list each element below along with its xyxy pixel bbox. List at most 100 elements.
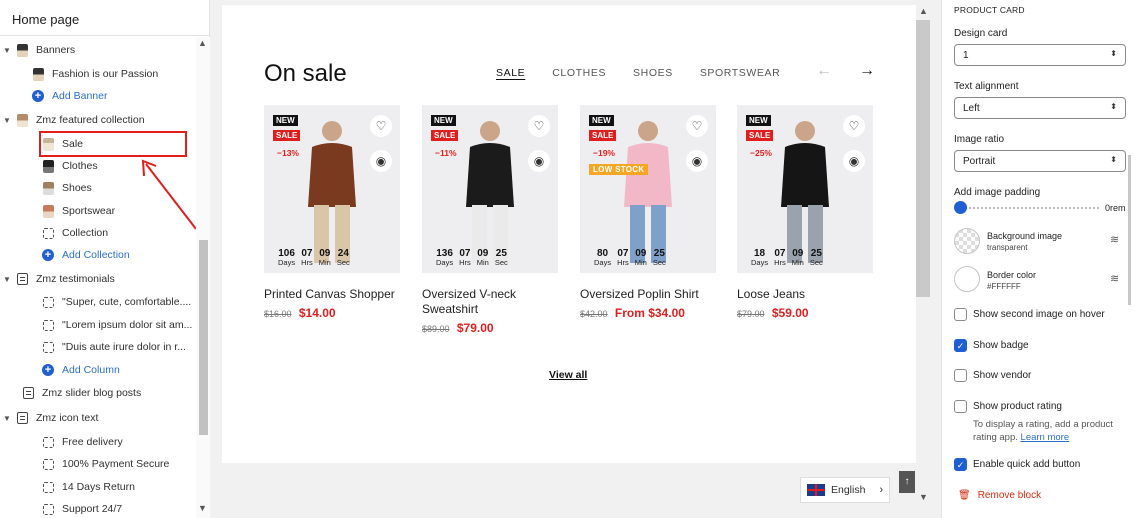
caret-down-icon[interactable]: ▼ — [0, 46, 14, 55]
select-chevron-icon: ⬍ — [1110, 155, 1117, 164]
arrow-right-icon[interactable]: → — [859, 62, 875, 80]
product-title[interactable]: Oversized Poplin Shirt — [580, 287, 716, 302]
sidebar-scrollbar[interactable]: ▲ ▼ — [196, 37, 210, 518]
heart-icon[interactable]: ♡ — [370, 115, 392, 137]
checkbox-label[interactable]: Show product rating — [973, 401, 1062, 412]
learn-more-link[interactable]: Learn more — [1021, 432, 1070, 443]
tree-block-testimonial-2[interactable]: "Lorem ipsum dolor sit am... — [40, 314, 192, 336]
checkbox[interactable]: ✓ — [954, 339, 967, 352]
tree-section-icon-text[interactable]: ▼ Zmz icon text — [0, 407, 98, 429]
scrollbar-thumb[interactable] — [916, 20, 930, 297]
checkbox-label[interactable]: Show vendor — [973, 370, 1031, 381]
eye-icon[interactable]: ◉ — [686, 150, 708, 172]
tab-shoes[interactable]: SHOES — [633, 67, 673, 79]
eye-icon[interactable]: ◉ — [843, 150, 865, 172]
tree-block-fashion[interactable]: Fashion is our Passion — [30, 63, 158, 85]
countdown-unit: 07 Hrs — [617, 248, 629, 267]
checkbox-label[interactable]: Show badge — [973, 340, 1029, 351]
panel-scrollbar[interactable] — [1128, 155, 1131, 305]
block-outline-icon — [40, 502, 56, 516]
eye-icon[interactable]: ◉ — [370, 150, 392, 172]
product-card[interactable]: NEW SALE −25% ♡ ◉ 18 Days 07 Hrs 09 Min 25 Sec … — [737, 105, 873, 320]
annotation-arrow-icon — [141, 159, 197, 230]
product-title[interactable]: Printed Canvas Shopper — [264, 287, 400, 302]
database-icon[interactable]: ≋ — [1110, 233, 1119, 246]
tree-label: Shoes — [62, 182, 92, 194]
tree-label: Free delivery — [62, 436, 123, 448]
arrow-left-icon[interactable]: ← — [816, 62, 832, 80]
eye-icon[interactable]: ◉ — [528, 150, 550, 172]
checkbox[interactable] — [954, 308, 967, 321]
tree-section-featured-collection[interactable]: ▼ Zmz featured collection — [0, 109, 145, 131]
image-padding-slider[interactable] — [954, 201, 1099, 215]
heart-icon[interactable]: ♡ — [528, 115, 550, 137]
tree-label: Clothes — [62, 160, 98, 172]
slider-handle[interactable] — [954, 201, 967, 214]
back-to-top-button[interactable]: ↑ — [899, 471, 915, 493]
checkbox[interactable] — [954, 369, 967, 382]
preview-scrollbar[interactable]: ▲ ▼ — [916, 0, 930, 518]
scroll-down-icon[interactable]: ▼ — [198, 503, 207, 513]
tab-sale[interactable]: SALE — [496, 67, 525, 79]
tree-block-sportswear[interactable]: Sportswear — [40, 200, 115, 222]
section-tree: ▼ Banners Fashion is our Passion + Add B… — [0, 37, 196, 518]
product-card[interactable]: NEW SALE −19% LOW STOCK ♡ ◉ 80 Days 07 Hrs 0… — [580, 105, 716, 320]
checkbox[interactable] — [954, 400, 967, 413]
tree-block-clothes[interactable]: Clothes — [40, 155, 98, 177]
add-banner-button[interactable]: + Add Banner — [30, 85, 107, 107]
scroll-down-icon[interactable]: ▼ — [919, 492, 928, 502]
product-photo — [466, 121, 514, 263]
tree-block-payment-secure[interactable]: 100% Payment Secure — [40, 453, 169, 475]
tree-block-shoes[interactable]: Shoes — [40, 177, 92, 199]
product-image[interactable]: NEW SALE −11% ♡ ◉ 136 Days 07 Hrs 09 Min 25 Sec — [422, 105, 558, 273]
product-title[interactable]: Oversized V-neck Sweatshirt — [422, 287, 558, 317]
design-card-select[interactable]: 1 ⬍ — [954, 44, 1126, 66]
tree-section-blog-slider[interactable]: Zmz slider blog posts — [20, 382, 141, 404]
tree-block-free-delivery[interactable]: Free delivery — [40, 431, 123, 453]
product-image[interactable]: NEW SALE −19% LOW STOCK ♡ ◉ 80 Days 07 Hrs 0… — [580, 105, 716, 273]
product-image[interactable]: NEW SALE −25% ♡ ◉ 18 Days 07 Hrs 09 Min 25 Sec — [737, 105, 873, 273]
countdown-unit-label: Days — [278, 257, 296, 267]
tree-section-banners[interactable]: ▼ Banners — [0, 39, 75, 61]
new-badge: NEW — [431, 115, 456, 126]
view-all-link[interactable]: View all — [549, 369, 587, 381]
checkbox-label[interactable]: Enable quick add button — [973, 459, 1080, 470]
scroll-up-icon[interactable]: ▲ — [919, 6, 928, 16]
tab-sportswear[interactable]: SPORTSWEAR — [700, 67, 780, 79]
language-label: English — [831, 484, 866, 496]
countdown-unit-label: Hrs — [774, 257, 786, 267]
product-card[interactable]: NEW SALE −11% ♡ ◉ 136 Days 07 Hrs 09 Min 25 Sec… — [422, 105, 558, 335]
add-collection-button[interactable]: + Add Collection — [40, 244, 130, 266]
text-alignment-select[interactable]: Left ⬍ — [954, 97, 1126, 119]
product-title[interactable]: Loose Jeans — [737, 287, 873, 302]
tree-block-collection[interactable]: Collection — [40, 222, 108, 244]
tree-block-testimonial-3[interactable]: "Duis aute irure dolor in r... — [40, 336, 186, 358]
heart-icon[interactable]: ♡ — [686, 115, 708, 137]
add-column-button[interactable]: + Add Column — [40, 359, 120, 381]
scroll-up-icon[interactable]: ▲ — [198, 38, 207, 48]
database-icon[interactable]: ≋ — [1110, 272, 1119, 285]
tree-section-testimonials[interactable]: ▼ Zmz testimonials — [0, 268, 115, 290]
remove-block-button[interactable]: 🗑 Remove block — [958, 490, 1041, 501]
discount-badge: −11% — [435, 148, 457, 158]
caret-down-icon[interactable]: ▼ — [0, 116, 14, 125]
checkbox[interactable]: ✓ — [954, 458, 967, 471]
tree-block-support[interactable]: Support 24/7 — [40, 498, 122, 518]
tab-clothes[interactable]: CLOTHES — [552, 67, 606, 79]
background-image-swatch[interactable] — [954, 228, 980, 254]
select-chevron-icon: ⬍ — [1110, 102, 1117, 111]
tree-label: Zmz featured collection — [36, 114, 145, 126]
border-color-value: #FFFFFF — [987, 282, 1021, 291]
language-selector[interactable]: English › — [800, 477, 890, 503]
product-image[interactable]: NEW SALE −13% ♡ ◉ 106 Days 07 Hrs 09 Min 24 Sec — [264, 105, 400, 273]
tree-block-testimonial-1[interactable]: "Super, cute, comfortable.... — [40, 291, 191, 313]
caret-down-icon[interactable]: ▼ — [0, 275, 14, 284]
tree-block-days-return[interactable]: 14 Days Return — [40, 476, 135, 498]
border-color-swatch[interactable] — [954, 266, 980, 292]
image-ratio-select[interactable]: Portrait ⬍ — [954, 150, 1126, 172]
scrollbar-thumb[interactable] — [199, 240, 208, 435]
checkbox-label[interactable]: Show second image on hover — [973, 309, 1105, 320]
product-card[interactable]: NEW SALE −13% ♡ ◉ 106 Days 07 Hrs 09 Min 24 Sec… — [264, 105, 400, 320]
caret-down-icon[interactable]: ▼ — [0, 414, 14, 423]
heart-icon[interactable]: ♡ — [843, 115, 865, 137]
